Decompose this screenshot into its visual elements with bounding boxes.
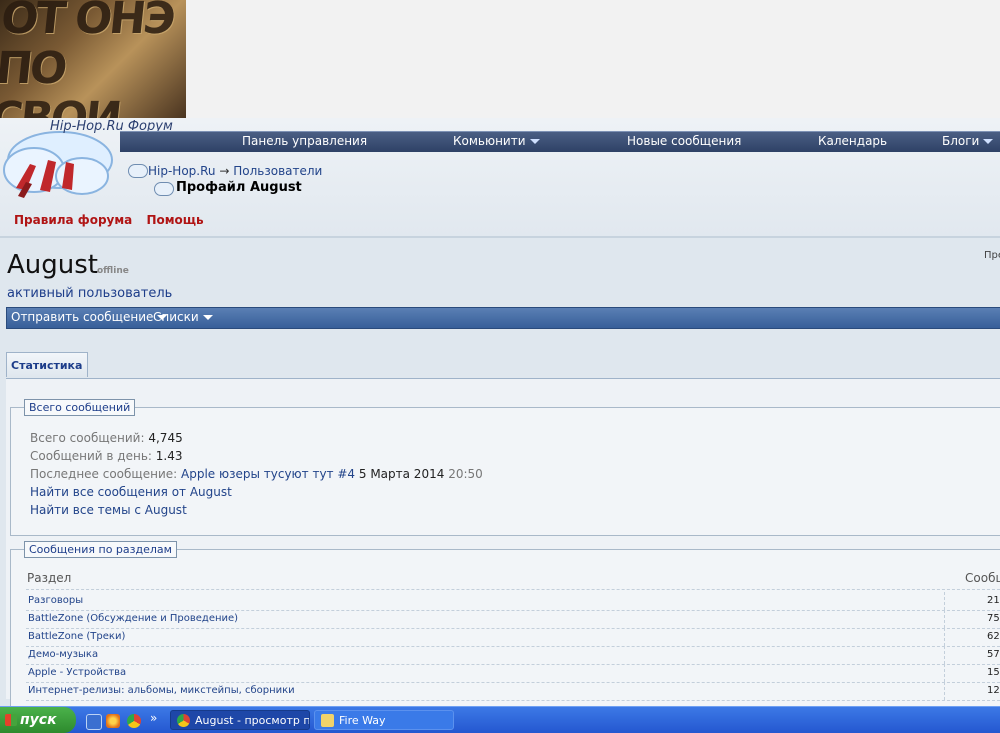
chevron-down-icon (202, 315, 213, 320)
cell-separator (944, 628, 945, 646)
total-posts-label: Всего сообщений: (30, 431, 145, 445)
column-header-section: Раздел (27, 571, 72, 585)
online-status-badge: offline (97, 266, 129, 276)
cell-separator (944, 682, 945, 700)
posts-per-day-value: 1.43 (155, 449, 183, 463)
banner-line-1: ОТ ОНЭ (0, 0, 176, 44)
nav-calendar[interactable]: Календарь (818, 134, 887, 148)
banner-line-2: ПО СВОИ (0, 43, 122, 118)
posts-by-section-legend: Сообщения по разделам (24, 541, 177, 558)
banner-background (186, 0, 1000, 118)
profile-tabs: Статистика (6, 352, 1000, 379)
column-header-count: Сообщ (965, 571, 1000, 585)
section-name[interactable]: BattleZone (Обсуждение и Проведение) (28, 613, 238, 624)
nav-blogs[interactable]: Блоги (942, 134, 994, 148)
lists-label: Списки (153, 310, 199, 324)
chevron-down-icon (529, 139, 540, 144)
section-table-header: Раздел Сообщ (27, 571, 1000, 585)
help-links: Правила форума Помощь (14, 213, 214, 227)
main-navbar: Панель управления Комьюнити Новые сообще… (120, 131, 1000, 152)
section-count: 62 (987, 631, 1000, 642)
chevron-down-icon (983, 139, 994, 144)
table-row: Apple - Устройства 15 (26, 664, 1000, 683)
profile-username: August (7, 250, 98, 280)
section-name[interactable]: Демо-музыка (28, 649, 98, 660)
user-rank: активный пользователь (7, 286, 173, 301)
section-name[interactable]: Разговоры (28, 595, 83, 606)
section-count: 57 (987, 649, 1000, 660)
section-count: 12 (987, 685, 1000, 696)
find-all-threads-link[interactable]: Найти все темы с August (30, 503, 187, 517)
last-post-thread-link[interactable]: Apple юзеры тусуют тут #4 (181, 467, 355, 481)
start-label: пуск (20, 712, 57, 728)
speech-bubble-icon (128, 164, 148, 178)
last-post-date: 5 Марта 2014 (358, 467, 445, 481)
section-name[interactable]: BattleZone (Треки) (28, 631, 125, 642)
nav-community[interactable]: Комьюнити (453, 134, 540, 148)
cell-separator (944, 646, 945, 664)
windows-logo-icon (5, 714, 17, 726)
section-count: 217 (987, 595, 1000, 606)
task-label: Fire Way (339, 714, 386, 727)
breadcrumb-members[interactable]: Пользователи (233, 164, 322, 178)
task-button-folder[interactable]: Fire Way (314, 710, 454, 730)
posts-per-day-label: Сообщений в день: (30, 449, 152, 463)
speech-bubble-icon (154, 182, 174, 196)
show-desktop-icon[interactable] (86, 714, 102, 730)
section-name[interactable]: Apple - Устройства (28, 667, 126, 678)
right-cut-text: Пре (984, 250, 1000, 261)
nav-control-panel[interactable]: Панель управления (242, 134, 367, 148)
table-row: Интернет-релизы: альбомы, микстейпы, сбо… (26, 682, 1000, 701)
total-posts-legend: Всего сообщений (24, 399, 136, 416)
nav-community-label: Комьюнити (453, 134, 526, 148)
forum-rules-link[interactable]: Правила форума (14, 213, 132, 227)
nav-blogs-label: Блоги (942, 134, 980, 148)
folder-icon (321, 714, 334, 727)
nav-new-posts[interactable]: Новые сообщения (627, 134, 741, 148)
task-button-browser[interactable]: August - просмотр п... (170, 710, 310, 730)
lists-button[interactable]: Списки (153, 310, 213, 324)
chrome-icon[interactable] (127, 714, 141, 728)
send-message-label: Отправить сообщение (11, 310, 154, 324)
more-quicklaunch-icon[interactable]: » (150, 711, 157, 725)
posts-per-day-stat: Сообщений в день: 1.43 (30, 449, 182, 463)
find-all-posts-link[interactable]: Найти все сообщения от August (30, 485, 232, 499)
nav-control-panel-label: Панель управления (242, 134, 368, 148)
section-count: 15 (987, 667, 1000, 678)
total-posts-value: 4,745 (148, 431, 183, 445)
help-link[interactable]: Помощь (146, 213, 203, 227)
breadcrumb-arrow: → (219, 164, 230, 178)
nav-calendar-label: Календарь (818, 134, 888, 148)
cell-separator (944, 664, 945, 682)
cell-separator (944, 610, 945, 628)
table-row: BattleZone (Обсуждение и Проведение) 75 (26, 610, 1000, 629)
send-message-button[interactable]: Отправить сообщение (11, 310, 168, 324)
nav-new-posts-label: Новые сообщения (627, 134, 742, 148)
profile-action-bar: Отправить сообщение Списки (6, 307, 1000, 329)
last-post-label: Последнее сообщение: (30, 467, 178, 481)
banner-image: ОТ ОНЭ ПО СВОИ (0, 0, 186, 118)
table-row: Разговоры 217 (26, 592, 1000, 611)
windows-taskbar: пуск » August - просмотр п... Fire Way (0, 706, 1000, 733)
total-posts-stat: Всего сообщений: 4,745 (30, 431, 183, 445)
task-label: August - просмотр п... (195, 714, 310, 727)
table-row: Демо-музыка 57 (26, 646, 1000, 665)
last-post-time: 20:50 (448, 467, 483, 481)
last-post-stat: Последнее сообщение: Apple юзеры тусуют … (30, 467, 483, 481)
section-name[interactable]: Интернет-релизы: альбомы, микстейпы, сбо… (28, 685, 295, 696)
breadcrumb: Hip-Hop.Ru → Пользователи (148, 164, 322, 178)
table-row: BattleZone (Треки) 62 (26, 628, 1000, 647)
tab-statistics[interactable]: Статистика (6, 352, 88, 377)
firefox-icon[interactable] (106, 714, 120, 728)
forum-logo-icon[interactable] (0, 126, 120, 208)
chrome-icon (177, 714, 190, 727)
cell-separator (944, 592, 945, 610)
section-count: 75 (987, 613, 1000, 624)
page-title: Профайл August (176, 180, 302, 195)
table-divider (26, 589, 1000, 590)
breadcrumb-root[interactable]: Hip-Hop.Ru (148, 164, 216, 178)
start-button[interactable]: пуск (0, 707, 76, 733)
